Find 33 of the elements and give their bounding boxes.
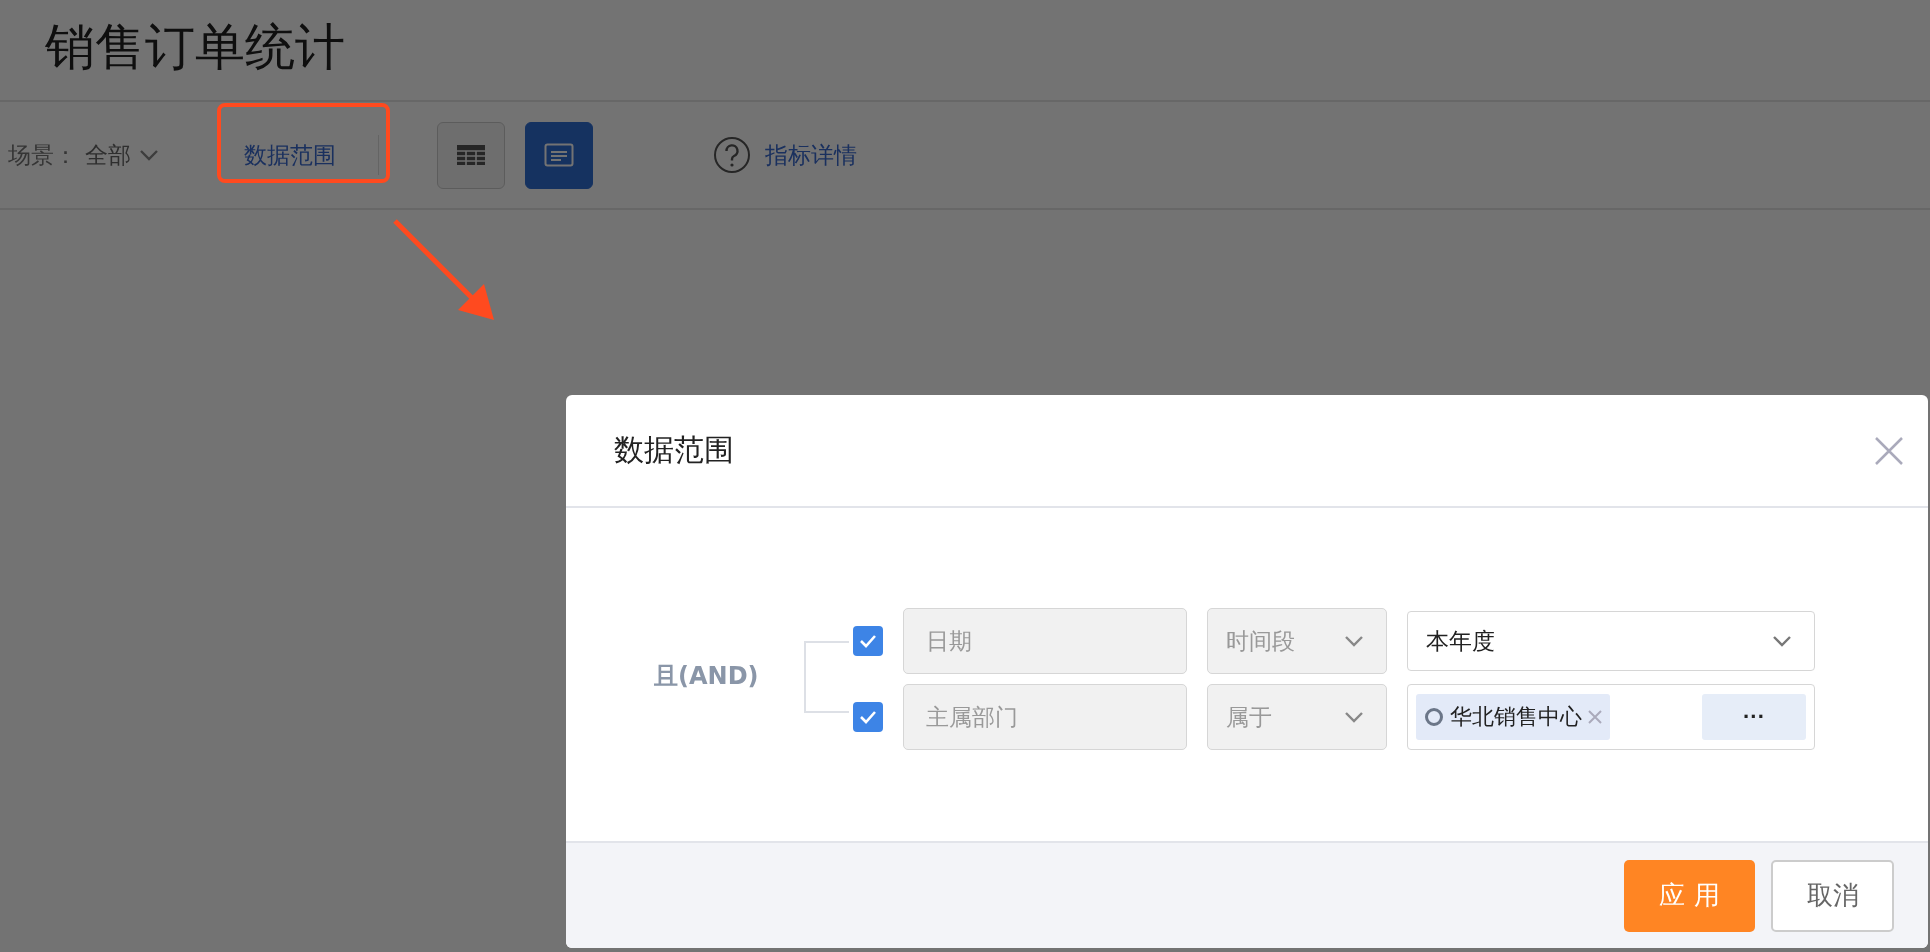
check-icon: [859, 634, 877, 648]
chevron-down-icon: [1344, 635, 1364, 647]
checkbox[interactable]: [853, 626, 883, 656]
dialog-title: 数据范围: [614, 431, 734, 469]
help-icon: [713, 136, 751, 174]
metric-details-link[interactable]: 指标详情: [765, 139, 857, 171]
field-name-box: 日期: [903, 608, 1187, 674]
circle-icon: [1424, 707, 1444, 727]
chevron-down-icon: [1344, 711, 1364, 723]
check-icon: [859, 710, 877, 724]
scene-dropdown[interactable]: 全部: [85, 139, 131, 171]
logic-label: 且(AND): [654, 661, 760, 692]
bracket-line: [804, 641, 849, 713]
page-title: 销售订单统计: [44, 17, 346, 78]
document-icon: [544, 143, 574, 167]
more-button[interactable]: ···: [1702, 694, 1806, 740]
value-tag-field[interactable]: 华北销售中心 ···: [1407, 684, 1815, 750]
close-icon[interactable]: [1874, 435, 1904, 466]
view-toggle-button[interactable]: [525, 121, 593, 189]
table-icon: [456, 144, 486, 166]
operator-select[interactable]: 时间段: [1207, 608, 1387, 674]
chevron-down-icon: [1772, 635, 1792, 647]
checkbox[interactable]: [853, 702, 883, 732]
scene-label: 场景：: [8, 140, 77, 170]
field-name-box: 主属部门: [903, 684, 1187, 750]
apply-button[interactable]: 应 用: [1624, 859, 1755, 932]
operator-select[interactable]: 属于: [1207, 684, 1387, 750]
value-select[interactable]: 本年度: [1407, 611, 1815, 671]
cancel-button[interactable]: 取消: [1771, 859, 1894, 932]
chevron-down-icon: [139, 149, 159, 161]
data-range-link[interactable]: 数据范围: [244, 139, 336, 171]
tag-label: 华北销售中心: [1450, 703, 1582, 731]
remove-icon[interactable]: [1588, 710, 1602, 724]
